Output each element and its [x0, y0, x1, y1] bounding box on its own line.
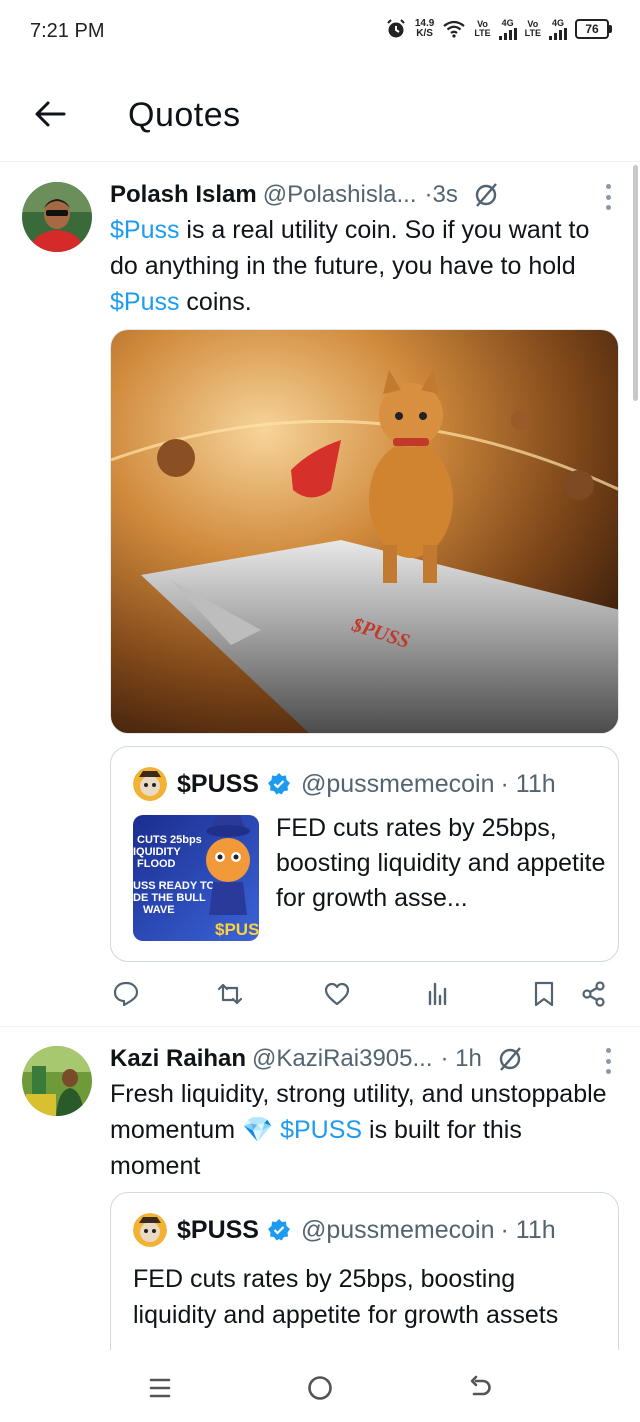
- bookmark-button[interactable]: [528, 978, 560, 1010]
- author-name[interactable]: Polash Islam: [110, 181, 257, 209]
- page-header: Quotes: [0, 70, 640, 162]
- quoted-author-name: $PUSS: [177, 769, 259, 798]
- avatar[interactable]: [22, 182, 92, 252]
- quoted-tweet-thumbnail: CUTS 25bps IQUIDITY FLOOD USS READY TO D…: [133, 815, 259, 941]
- back-gesture-icon: [470, 1375, 491, 1396]
- quoted-tweet-time: · 11h: [500, 1215, 556, 1244]
- thumb-text: WAVE: [143, 904, 175, 916]
- net-speed: 14.9 K/S: [415, 19, 434, 39]
- heart-icon: [324, 982, 350, 1006]
- share-icon: [582, 981, 605, 1007]
- cashtag-link[interactable]: $Puss: [110, 216, 179, 244]
- verified-badge-icon: [267, 1219, 290, 1241]
- analytics-icon: [428, 982, 447, 1006]
- quoted-author-handle: @pussmemecoin: [300, 1215, 495, 1244]
- signal-icon: [549, 27, 567, 40]
- sim2-gen: 4G: [551, 17, 564, 28]
- tweet-text: Fresh liquidity, strong utility, and uns…: [110, 1076, 618, 1184]
- recent-apps-button[interactable]: [140, 1368, 180, 1408]
- retweet-button[interactable]: [214, 978, 246, 1010]
- tweet-time[interactable]: ·3s: [425, 181, 458, 209]
- reply-icon: [113, 981, 139, 1007]
- cashtag-link[interactable]: $Puss: [110, 288, 179, 316]
- tweet-divider: [0, 1026, 640, 1027]
- avatar[interactable]: [133, 767, 167, 801]
- status-icons: 14.9 K/S Vo LTE 4G Vo LTE 4G 76: [385, 18, 612, 40]
- tweet-header: Polash Islam @Polashisla... ·3s: [110, 178, 620, 212]
- battery-icon: 76: [575, 19, 612, 39]
- sim1-label: Vo LTE: [474, 19, 491, 38]
- grok-icon[interactable]: [472, 181, 500, 209]
- tweet-text: $Puss is a real utility coin. So if you …: [110, 212, 618, 320]
- sim1-gen: 4G: [501, 17, 514, 28]
- thumb-text: IQUIDITY: [133, 846, 181, 858]
- avatar[interactable]: [133, 1213, 167, 1247]
- thumb-brand: $PUS: [215, 920, 259, 939]
- sim2-signal: 4G: [549, 17, 567, 40]
- share-button[interactable]: [578, 978, 610, 1010]
- status-time: 7:21 PM: [30, 20, 105, 42]
- battery-level: 76: [585, 22, 599, 36]
- tweet-media-image[interactable]: $PUSS: [110, 329, 619, 734]
- author-name[interactable]: Kazi Raihan: [110, 1045, 246, 1073]
- avatar[interactable]: [22, 1046, 92, 1116]
- bookmark-icon: [534, 981, 554, 1007]
- tweet-header: Kazi Raihan @KaziRai3905... · 1h: [110, 1042, 620, 1076]
- system-nav-bar: [0, 1350, 640, 1422]
- quoted-tweet-time: · 11h: [500, 769, 556, 798]
- tweet[interactable]: Polash Islam @Polashisla... ·3s $Puss is…: [0, 178, 640, 1028]
- sim2-label: Vo LTE: [524, 19, 541, 38]
- views-button[interactable]: [422, 978, 454, 1010]
- sim1-signal: 4G: [498, 17, 517, 40]
- tweet[interactable]: Kazi Raihan @KaziRai3905... · 1h Fresh l…: [0, 1042, 640, 1392]
- home-circle-icon: [308, 1376, 332, 1400]
- retweet-icon: [217, 983, 243, 1005]
- back-nav-button[interactable]: [460, 1368, 500, 1408]
- quoted-tweet-header: $PUSS @pussmemecoin · 11h: [133, 1213, 556, 1247]
- quoted-author-handle: @pussmemecoin: [300, 769, 495, 798]
- quoted-tweet-text: FED cuts rates by 25bps, boosting liquid…: [133, 1265, 559, 1329]
- quoted-tweet-header: $PUSS @pussmemecoin · 11h: [133, 767, 556, 801]
- tweet-text-part: coins.: [179, 288, 252, 316]
- alarm-icon: [387, 19, 405, 38]
- cashtag-link[interactable]: $PUSS: [280, 1116, 362, 1144]
- verified-badge-icon: [267, 773, 290, 795]
- arrow-left-icon: [35, 101, 66, 127]
- quoted-tweet-text: FED cuts rates by 25bps, boosting liquid…: [276, 814, 606, 912]
- thumb-text: DE THE BULL: [133, 892, 206, 904]
- reply-button[interactable]: [110, 978, 142, 1010]
- tweet-time[interactable]: · 1h: [441, 1045, 482, 1073]
- status-bar: 7:21 PM 14.9 K/S Vo LTE 4G Vo LTE 4G 76: [0, 0, 640, 64]
- more-options-icon[interactable]: [604, 184, 612, 210]
- more-options-icon[interactable]: [604, 1048, 612, 1074]
- quoted-tweet[interactable]: $PUSS @pussmemecoin · 11h CUTS 25bps IQU…: [110, 746, 619, 962]
- signal-icon: [498, 27, 517, 40]
- tweet-actions: [110, 978, 610, 1014]
- home-button[interactable]: [300, 1368, 340, 1408]
- quoted-author-name: $PUSS: [177, 1215, 259, 1244]
- grok-icon[interactable]: [496, 1045, 524, 1073]
- back-button[interactable]: [30, 94, 70, 134]
- thumb-text: FLOOD: [137, 858, 176, 870]
- thumb-text: USS READY TO: [133, 880, 216, 892]
- page-title: Quotes: [128, 96, 241, 134]
- net-speed-unit: K/S: [416, 28, 433, 39]
- wifi-icon: [443, 20, 465, 38]
- gem-emoji: 💎: [241, 1116, 274, 1144]
- tweet-text-part: is a real utility coin. So if you want t…: [110, 216, 590, 280]
- thumb-text: CUTS 25bps: [137, 834, 202, 846]
- author-handle[interactable]: @KaziRai3905...: [252, 1045, 432, 1073]
- menu-icon: [149, 1378, 171, 1398]
- like-button[interactable]: [321, 978, 353, 1010]
- author-handle[interactable]: @Polashisla...: [263, 181, 417, 209]
